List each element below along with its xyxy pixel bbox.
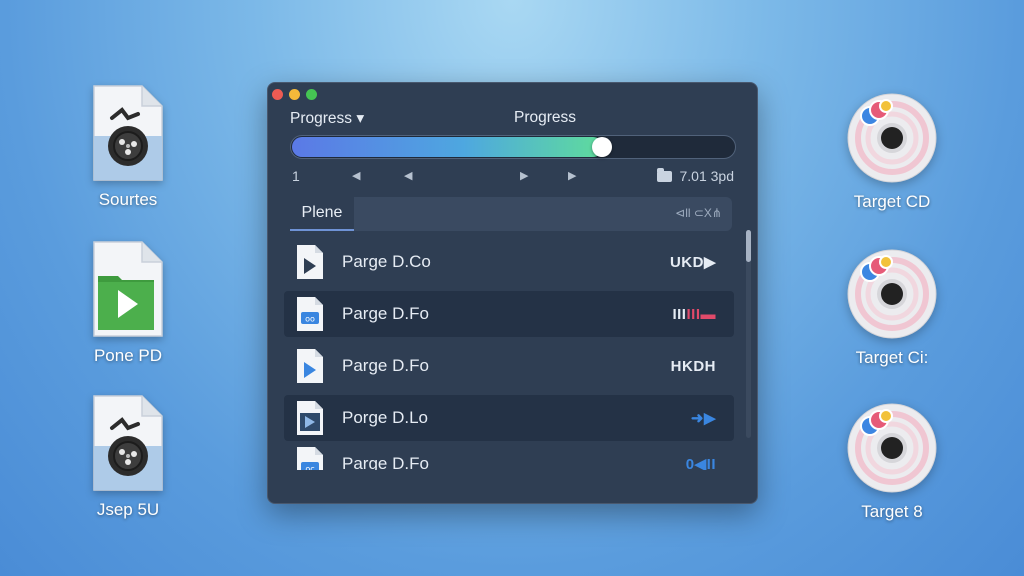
list-item-name: Parge D.Fo [342, 356, 429, 375]
progress-window: Progress ▾ Progress 1 ◀ ◀ ▶ ▶ 7.01 3pd P… [267, 82, 758, 504]
list-item-name: Parge D.Fo [342, 454, 429, 470]
size-readout: 7.01 3pd [656, 167, 735, 184]
progress-dropdown[interactable]: Progress ▾ [290, 109, 364, 128]
list-item-name: Parge D.Co [342, 252, 431, 271]
progress-bar[interactable] [290, 135, 736, 159]
play-file-icon [296, 244, 324, 280]
list-item-status: IIIIII▬ [672, 305, 716, 323]
cd-disc-icon [846, 248, 938, 340]
size-label: 7.01 3pd [679, 168, 735, 184]
list-item[interactable]: oo Parge D.Fo IIIIII▬ [284, 291, 734, 337]
desktop-icon-label: Target CD [853, 192, 931, 211]
desktop-icon-pone-pd[interactable]: Pone PD [68, 240, 188, 366]
tab-plene[interactable]: Plene [290, 197, 354, 231]
list-item[interactable]: oc Parge D.Fo 0◀II [284, 441, 734, 470]
list-item-name: Porge D.Lo [342, 408, 428, 427]
cd-disc-icon [846, 92, 938, 184]
play-file-icon [296, 400, 324, 436]
svg-text:oo: oo [305, 315, 315, 324]
desktop-icon-jsep[interactable]: Jsep 5U [68, 394, 188, 520]
rewind-left-icon[interactable]: ◀ [352, 169, 360, 182]
filter-bar: Plene ⊲ll ⊂X⋔ [290, 197, 732, 231]
desktop-icon-label: Sourtes [98, 190, 158, 209]
list-item[interactable]: Parge D.Fo HKDH [284, 343, 734, 389]
video-file-icon [92, 240, 164, 338]
folder-icon [656, 167, 672, 182]
close-button[interactable] [272, 89, 283, 100]
progress-title: Progress [514, 109, 577, 126]
cd-disc-icon [846, 402, 938, 494]
list-item-status: ➜▶ [690, 410, 716, 427]
list-item-status: UKD▶ [669, 254, 716, 271]
zoom-button[interactable] [306, 89, 317, 100]
scrollbar-thumb[interactable] [746, 230, 751, 262]
list-item-status: HKDH [670, 357, 716, 375]
playback-controls: 1 ◀ ◀ ▶ ▶ 7.01 3pd [290, 167, 736, 188]
file-list: Parge D.Co UKD▶ oo Parge D.Fo IIIIII▬ Pa… [284, 235, 734, 470]
disk-document-icon [92, 84, 164, 182]
list-scrollbar[interactable] [746, 230, 751, 438]
minimize-button[interactable] [289, 89, 300, 100]
desktop-icon-sourtes[interactable]: Sourtes [68, 84, 188, 210]
filter-options[interactable]: ⊲ll ⊂X⋔ [675, 206, 722, 220]
step-back-icon[interactable]: ◀ [404, 169, 412, 182]
desktop-icon-label: Target 8 [861, 502, 923, 521]
desktop-icon-target-cd-3[interactable]: Target 8 [832, 402, 952, 522]
play-file-icon [296, 348, 324, 384]
video-file-icon: oc [296, 446, 324, 470]
counter-label: 1 [292, 168, 300, 184]
list-item[interactable]: Porge D.Lo ➜▶ [284, 395, 734, 441]
step-forward-icon[interactable]: ▶ [520, 169, 528, 182]
desktop-icon-label: Pone PD [93, 346, 163, 365]
list-item-status: 0◀II [685, 456, 716, 470]
desktop-icon-label: Target Ci: [855, 348, 929, 367]
video-file-icon: oo [296, 296, 324, 332]
list-item[interactable]: Parge D.Co UKD▶ [284, 239, 734, 285]
desktop-icon-target-cd-1[interactable]: Target CD [832, 92, 952, 212]
desktop-icon-target-cd-2[interactable]: Target Ci: [832, 248, 952, 368]
progress-knob[interactable] [592, 137, 612, 157]
disk-document-icon [92, 394, 164, 492]
list-item-name: Parge D.Fo [342, 304, 429, 323]
window-controls [272, 89, 317, 100]
progress-fill [292, 137, 603, 157]
svg-text:oc: oc [305, 465, 314, 471]
fast-forward-icon[interactable]: ▶ [568, 169, 576, 182]
desktop-icon-label: Jsep 5U [96, 500, 160, 519]
